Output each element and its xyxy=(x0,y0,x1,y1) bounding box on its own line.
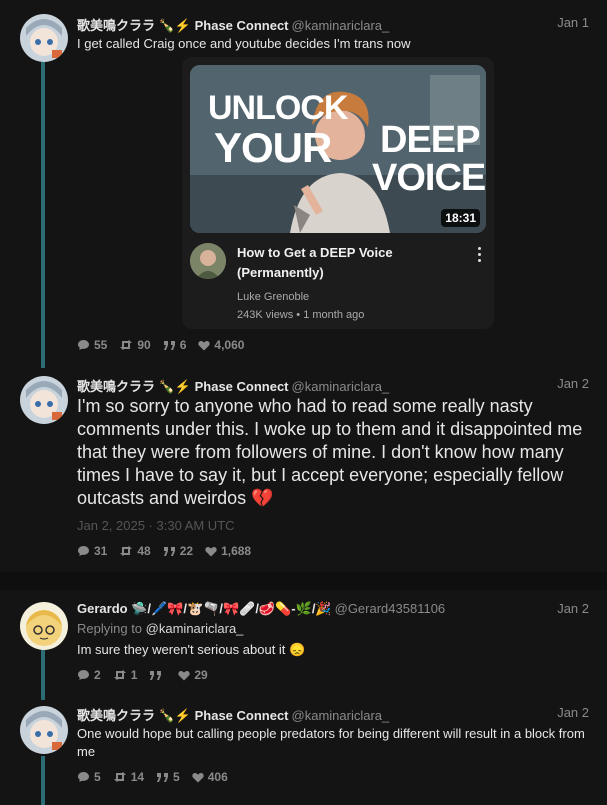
channel-avatar[interactable] xyxy=(190,243,226,279)
heart-icon xyxy=(198,340,211,350)
display-name[interactable]: 歌美鳴クララ 🍾⚡ Phase Connect xyxy=(77,708,289,723)
channel-name[interactable]: Luke Grenoble xyxy=(237,291,309,303)
reply-count: 55 xyxy=(94,338,108,352)
thumb-text-voice: VOICE xyxy=(372,157,486,199)
reply-count: 5 xyxy=(94,770,101,784)
reply-button[interactable]: 31 xyxy=(77,544,107,558)
retweet-icon xyxy=(120,340,133,350)
video-title[interactable]: How to Get a DEEP Voice (Permanently) xyxy=(237,243,457,283)
quote-icon xyxy=(163,340,175,350)
handle[interactable]: @Gerard43581106 xyxy=(335,601,446,616)
reply-button[interactable]: 55 xyxy=(77,338,107,352)
tweet-text: Im sure they weren't serious about it 😞 xyxy=(77,642,306,657)
heart-icon xyxy=(205,546,217,556)
quote-icon xyxy=(163,546,175,556)
tweet-header: 歌美鳴クララ 🍾⚡ Phase Connect @kaminariclara_ J… xyxy=(77,705,589,723)
tweet-header: 歌美鳴クララ 🍾⚡ Phase Connect @kaminariclara_ J… xyxy=(77,376,589,394)
tweet-date[interactable]: Jan 1 xyxy=(557,15,589,30)
tweet-date[interactable]: Jan 2 xyxy=(557,601,589,616)
tweet-text: One would hope but calling people predat… xyxy=(77,726,585,759)
tweet-stats: 31 48 22 1,688 xyxy=(77,543,263,559)
tweet-header: Gerardo 🛸/🖊️🎀/🐮🫗/🎀🩹/🥩💊-🌿/🎉 @Gerard4358110… xyxy=(77,601,589,619)
retweet-button[interactable]: 14 xyxy=(113,770,144,784)
retweet-button[interactable]: 48 xyxy=(119,544,151,558)
quote-icon xyxy=(150,670,162,680)
reply-button[interactable]: 5 xyxy=(77,770,101,784)
video-meta: 243K views • 1 month ago xyxy=(237,309,365,321)
youtube-card[interactable]: UNLOCK YOUR DEEP VOICE 18:31 How to Get … xyxy=(182,57,494,329)
retweet-count: 48 xyxy=(137,544,151,558)
tweet-text: I get called Craig once and youtube deci… xyxy=(77,36,411,51)
thread-section-1: 歌美鳴クララ 🍾⚡ Phase Connect @kaminariclara_ J… xyxy=(0,0,607,572)
tweet-header: 歌美鳴クララ 🍾⚡ Phase Connect @kaminariclara_ J… xyxy=(77,15,589,33)
tweet-stats: 2 1 29 xyxy=(77,667,220,683)
quote-count: 22 xyxy=(179,544,194,558)
replying-label: Replying to xyxy=(77,621,143,636)
tweet-timestamp[interactable]: Jan 2, 2025 · 3:30 AM UTC xyxy=(77,518,235,533)
like-count: 1,688 xyxy=(221,544,252,558)
video-duration: 18:31 xyxy=(441,209,480,227)
thread-line xyxy=(41,648,45,700)
avatar[interactable] xyxy=(20,706,68,754)
thread-line xyxy=(41,756,45,805)
comment-icon xyxy=(78,670,89,680)
quote-button[interactable]: 22 xyxy=(163,544,193,558)
thumb-text-deep: DEEP xyxy=(380,119,480,161)
quote-button[interactable]: 5 xyxy=(156,770,180,784)
avatar[interactable] xyxy=(20,376,68,424)
reply-count: 2 xyxy=(94,668,101,682)
retweet-icon xyxy=(113,772,126,782)
thread-line xyxy=(41,62,45,368)
thread-section-2: Gerardo 🛸/🖊️🎀/🐮🫗/🎀🩹/🥩💊-🌿/🎉 @Gerard4358110… xyxy=(0,590,607,805)
display-name[interactable]: 歌美鳴クララ 🍾⚡ Phase Connect xyxy=(77,18,289,33)
quote-button[interactable] xyxy=(149,670,166,681)
replying-to: Replying to @kaminariclara_ xyxy=(77,621,243,636)
like-button[interactable]: 406 xyxy=(192,770,228,784)
retweet-button[interactable]: 90 xyxy=(119,338,151,352)
like-button[interactable]: 1,688 xyxy=(205,544,251,558)
replying-handle[interactable]: @kaminariclara_ xyxy=(146,621,244,636)
avatar[interactable] xyxy=(20,602,68,650)
like-count: 406 xyxy=(207,770,228,784)
reply-count: 31 xyxy=(94,544,108,558)
retweet-count: 90 xyxy=(137,338,151,352)
comment-icon xyxy=(78,772,89,782)
thumb-text-your: YOUR xyxy=(214,124,332,171)
like-count: 29 xyxy=(194,668,208,682)
comment-icon xyxy=(78,546,89,556)
thumb-text-unlock: UNLOCK xyxy=(208,89,348,127)
display-name[interactable]: Gerardo 🛸/🖊️🎀/🐮🫗/🎀🩹/🥩💊-🌿/🎉 xyxy=(77,601,332,616)
retweet-icon xyxy=(120,546,133,556)
like-button[interactable]: 29 xyxy=(178,668,208,682)
quote-icon xyxy=(157,772,169,782)
tweet-stats: 55 90 6 4,060 xyxy=(77,337,256,353)
comment-icon xyxy=(78,340,89,350)
tweet-text: I'm so sorry to anyone who had to read s… xyxy=(77,396,583,508)
heart-icon xyxy=(178,670,191,680)
quote-button[interactable]: 6 xyxy=(163,338,187,352)
quote-count: 5 xyxy=(173,770,180,784)
tweet-date[interactable]: Jan 2 xyxy=(557,705,589,720)
quote-count: 6 xyxy=(179,338,187,352)
reply-button[interactable]: 2 xyxy=(77,668,101,682)
retweet-count: 14 xyxy=(130,770,145,784)
more-options-icon[interactable] xyxy=(478,247,482,265)
retweet-count: 1 xyxy=(130,668,138,682)
like-count: 4,060 xyxy=(214,338,245,352)
tweet-date[interactable]: Jan 2 xyxy=(557,376,589,391)
display-name[interactable]: 歌美鳴クララ 🍾⚡ Phase Connect xyxy=(77,379,289,394)
avatar[interactable] xyxy=(20,14,68,62)
tweet-stats: 5 14 5 406 xyxy=(77,769,240,785)
handle[interactable]: @kaminariclara_ xyxy=(292,18,390,33)
video-thumbnail[interactable]: UNLOCK YOUR DEEP VOICE 18:31 xyxy=(190,65,486,233)
like-button[interactable]: 4,060 xyxy=(198,338,244,352)
handle[interactable]: @kaminariclara_ xyxy=(292,708,390,723)
retweet-button[interactable]: 1 xyxy=(113,668,138,682)
handle[interactable]: @kaminariclara_ xyxy=(292,379,390,394)
retweet-icon xyxy=(113,670,126,680)
heart-icon xyxy=(192,772,204,782)
